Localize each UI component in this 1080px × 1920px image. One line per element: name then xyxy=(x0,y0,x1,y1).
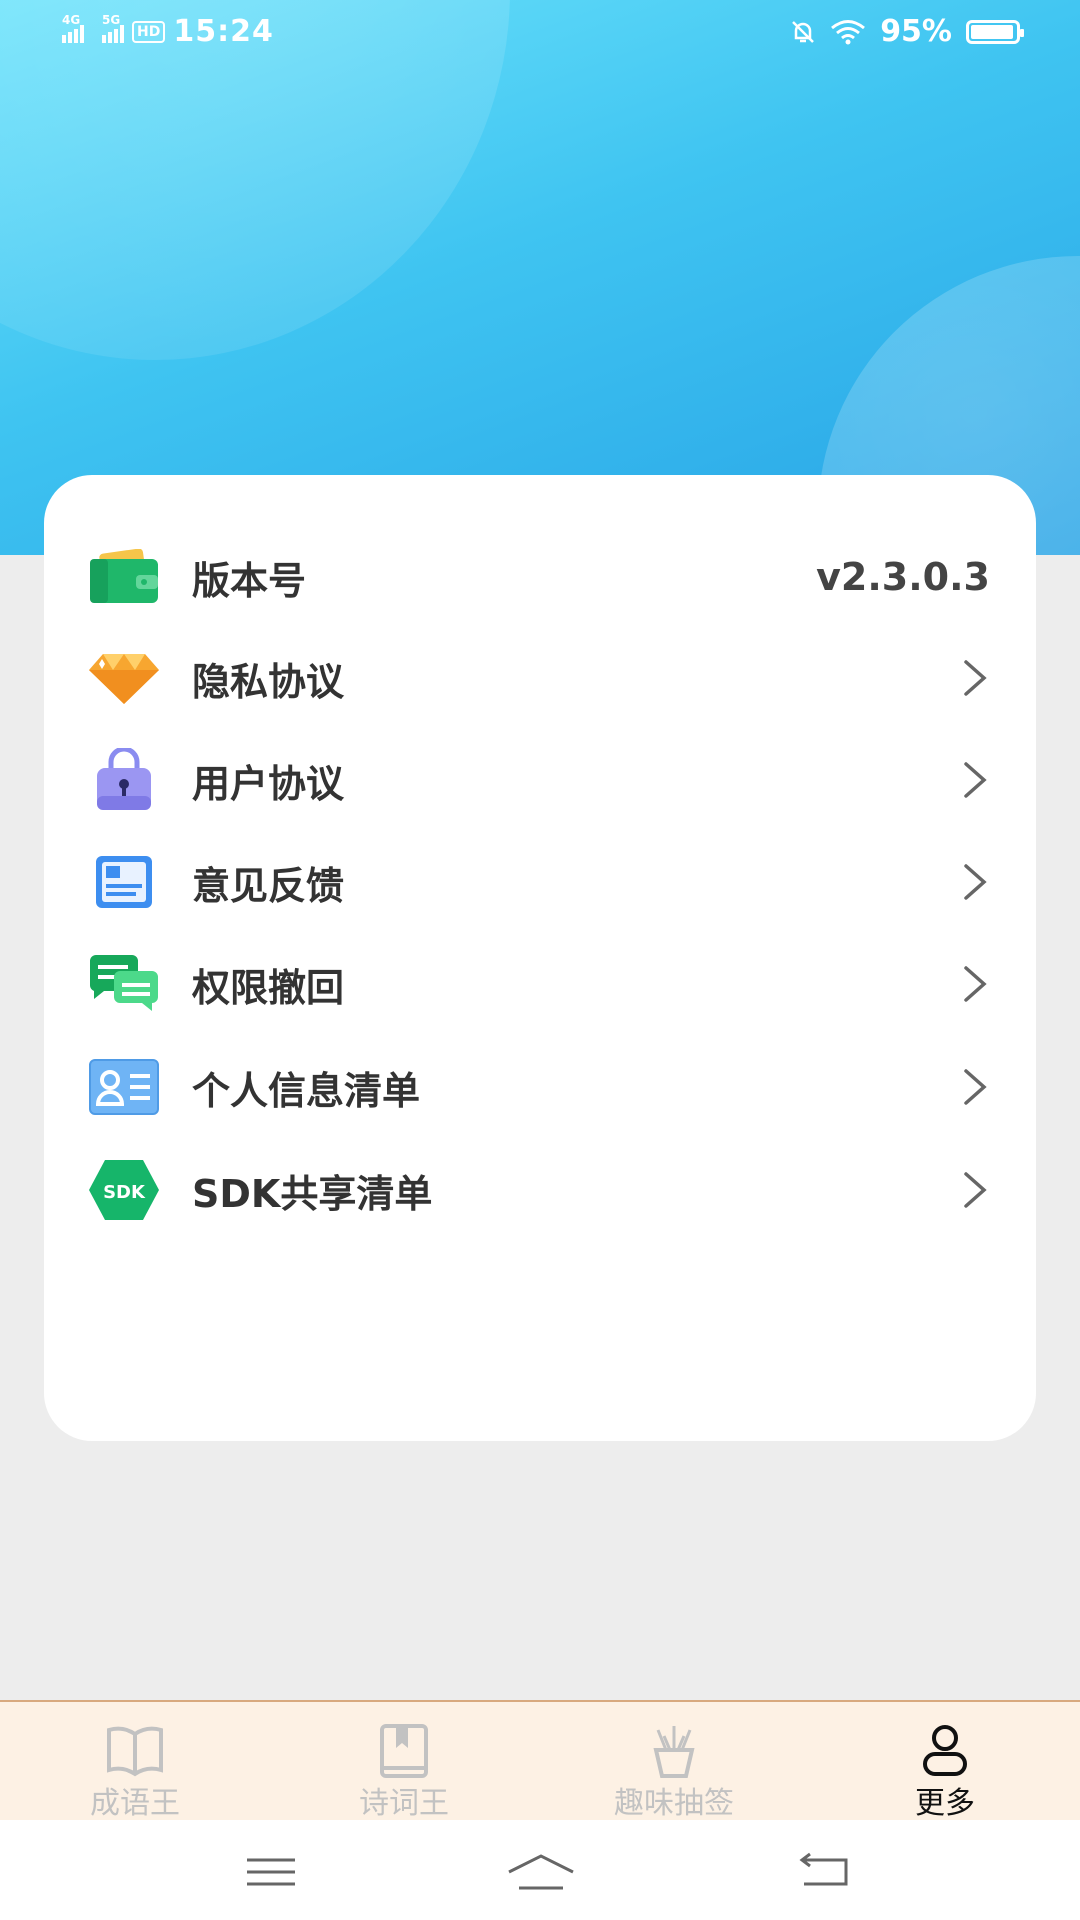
chevron-right-icon xyxy=(964,762,987,798)
book-open-icon xyxy=(107,1726,163,1777)
chevron-right-icon xyxy=(964,1172,987,1208)
chat-bubbles-icon xyxy=(86,946,162,1022)
mute-bell-icon xyxy=(792,20,815,43)
tab-label: 更多 xyxy=(915,1786,975,1821)
status-bar: 4G 5G HD 15:24 95% xyxy=(0,0,1080,66)
header-background xyxy=(0,0,1080,555)
menu-item-sdk-list[interactable]: SDK SDK共享清单 xyxy=(44,1135,1036,1245)
tab-idiom-king[interactable]: 成语王 xyxy=(25,1702,245,1822)
chevron-right-icon xyxy=(964,1069,987,1105)
menu-item-label: SDK共享清单 xyxy=(192,1171,433,1216)
battery-percent: 95% xyxy=(880,14,952,49)
status-time: 15:24 xyxy=(173,14,274,49)
chevron-right-icon xyxy=(964,660,987,696)
sdk-hexagon-icon: SDK xyxy=(86,1152,162,1228)
system-navigation-bar xyxy=(0,1820,1080,1920)
tab-label: 成语王 xyxy=(90,1786,180,1821)
menu-item-label: 版本号 xyxy=(192,558,307,603)
wallet-icon xyxy=(86,539,162,615)
settings-card: 版本号 v2.3.0.3 隐私协议 用户协议 意见反馈 权限撤回 个人信息清单 … xyxy=(44,475,1036,1441)
sdk-badge-text: SDK xyxy=(103,1182,146,1203)
menu-icon[interactable] xyxy=(241,1852,301,1892)
chevron-right-icon xyxy=(964,966,987,1002)
menu-item-label: 隐私协议 xyxy=(192,659,345,704)
menu-item-label: 用户协议 xyxy=(192,761,345,806)
menu-item-version: 版本号 v2.3.0.3 xyxy=(44,522,1036,632)
lock-bag-icon xyxy=(86,742,162,818)
tab-label: 趣味抽签 xyxy=(614,1786,734,1821)
back-icon[interactable] xyxy=(794,1852,854,1892)
menu-item-user-agreement[interactable]: 用户协议 xyxy=(44,725,1036,835)
battery-icon xyxy=(966,19,1024,44)
bottom-tab-bar: 成语王 诗词王 趣味抽签 更多 xyxy=(0,1700,1080,1822)
feedback-card-icon xyxy=(86,844,162,920)
menu-item-privacy-policy[interactable]: 隐私协议 xyxy=(44,623,1036,733)
tab-poetry-king[interactable]: 诗词王 xyxy=(294,1702,514,1822)
hd-icon: HD xyxy=(132,20,166,43)
tab-fortune-draw[interactable]: 趣味抽签 xyxy=(564,1702,784,1822)
menu-item-feedback[interactable]: 意见反馈 xyxy=(44,827,1036,937)
fortune-sticks-icon xyxy=(653,1726,695,1778)
signal-icon: 4G xyxy=(62,13,84,43)
wifi-icon xyxy=(831,19,866,44)
diamond-icon xyxy=(86,640,162,716)
tab-more[interactable]: 更多 xyxy=(835,1702,1055,1822)
home-icon[interactable] xyxy=(505,1852,577,1892)
menu-item-permission-revoke[interactable]: 权限撤回 xyxy=(44,929,1036,1039)
version-value: v2.3.0.3 xyxy=(816,555,990,599)
signal-icon-2: 5G xyxy=(102,13,124,43)
tab-label: 诗词王 xyxy=(359,1786,449,1821)
user-icon xyxy=(923,1725,967,1776)
menu-item-label: 权限撤回 xyxy=(192,965,345,1010)
menu-item-personal-info-list[interactable]: 个人信息清单 xyxy=(44,1032,1036,1142)
contact-card-icon xyxy=(86,1049,162,1125)
menu-item-label: 个人信息清单 xyxy=(192,1068,421,1113)
bookmark-book-icon xyxy=(380,1724,428,1778)
chevron-right-icon xyxy=(964,864,987,900)
menu-item-label: 意见反馈 xyxy=(192,863,345,908)
